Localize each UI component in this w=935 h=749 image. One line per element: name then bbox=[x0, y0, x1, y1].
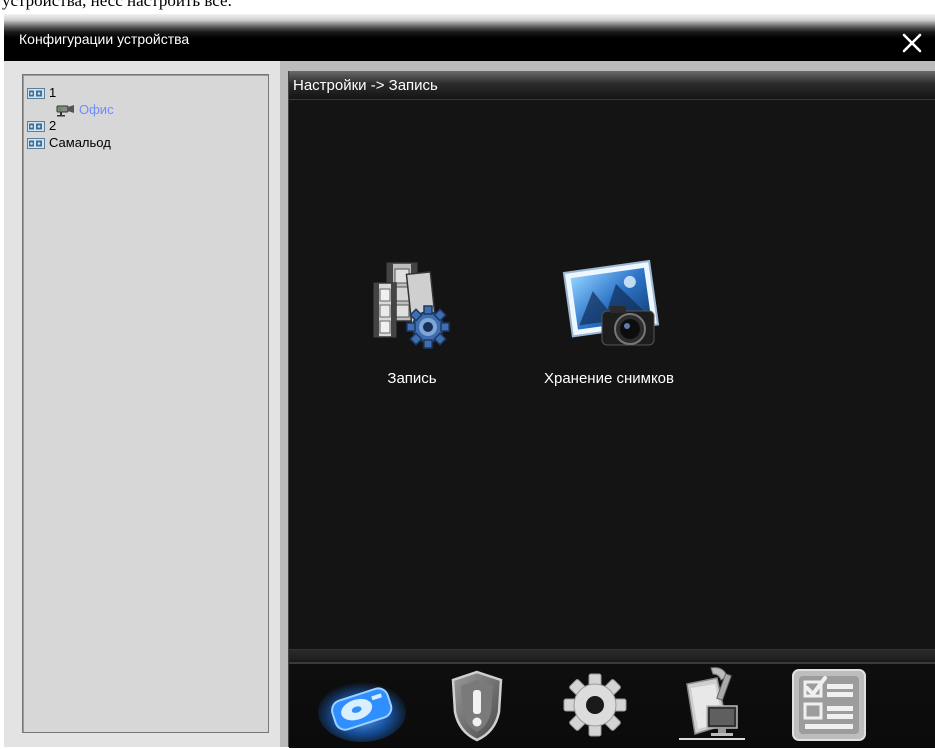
tree-item-group-1[interactable]: 1 bbox=[27, 84, 56, 101]
tree-item-label: Самальод bbox=[49, 135, 111, 150]
camera-group-icon bbox=[27, 87, 45, 99]
window-title: Конфигурации устройства bbox=[19, 31, 190, 47]
title-bar: Конфигурации устройства bbox=[4, 14, 935, 61]
breadcrumb: Настройки -> Запись bbox=[293, 77, 438, 94]
tree-item-group-2[interactable]: 2 bbox=[27, 117, 56, 134]
close-button[interactable] bbox=[897, 28, 927, 56]
snapshot-storage-label: Хранение снимков bbox=[543, 370, 674, 387]
storage-disk-icon bbox=[318, 682, 406, 742]
film-gear-icon bbox=[373, 262, 450, 349]
camera-group-icon bbox=[27, 137, 45, 149]
system-settings-button[interactable] bbox=[562, 672, 628, 743]
tree-item-group-samalod[interactable]: Самальод bbox=[27, 134, 111, 151]
alarm-button[interactable] bbox=[449, 668, 505, 749]
network-tools-icon bbox=[679, 667, 745, 740]
camera-icon bbox=[56, 104, 74, 116]
settings-area: Настройки -> Запись Запись Хранение сним… bbox=[280, 61, 935, 748]
device-config-window: Конфигурации устройства 1 Офис 2 Самальо… bbox=[4, 14, 935, 748]
settings-gear-icon bbox=[563, 673, 627, 737]
content-panel: Настройки -> Запись Запись Хранение сним… bbox=[288, 71, 935, 748]
record-settings-item[interactable]: Запись bbox=[347, 259, 477, 387]
camera-group-icon bbox=[27, 120, 45, 132]
tree-item-label: Офис bbox=[79, 102, 114, 117]
toolbar-divider bbox=[289, 662, 935, 664]
photo-camera-icon bbox=[562, 259, 660, 346]
breadcrumb-bar: Настройки -> Запись bbox=[289, 71, 935, 99]
snapshot-storage-item[interactable]: Хранение снимков bbox=[519, 259, 699, 387]
background-page-text: устройства, несс настроить все. bbox=[0, 0, 935, 14]
settings-items-area: Запись Хранение снимков bbox=[289, 99, 935, 650]
record-settings-label: Запись bbox=[387, 370, 437, 387]
device-tree[interactable]: 1 Офис 2 Самальод bbox=[22, 74, 269, 733]
tree-item-label: 2 bbox=[49, 118, 57, 133]
network-tools-button[interactable] bbox=[677, 664, 747, 749]
bottom-toolbar bbox=[289, 649, 935, 748]
storage-button[interactable] bbox=[317, 670, 407, 749]
close-icon bbox=[902, 33, 922, 53]
background-text: устройства, несс настроить все. bbox=[2, 0, 232, 10]
device-tree-panel: 1 Офис 2 Самальод bbox=[4, 61, 280, 747]
checklist-icon bbox=[792, 669, 866, 741]
tree-item-label: 1 bbox=[49, 85, 57, 100]
tree-item-channel-office[interactable]: Офис bbox=[56, 101, 114, 118]
alarm-shield-icon bbox=[451, 670, 503, 742]
system-info-button[interactable] bbox=[789, 668, 869, 747]
